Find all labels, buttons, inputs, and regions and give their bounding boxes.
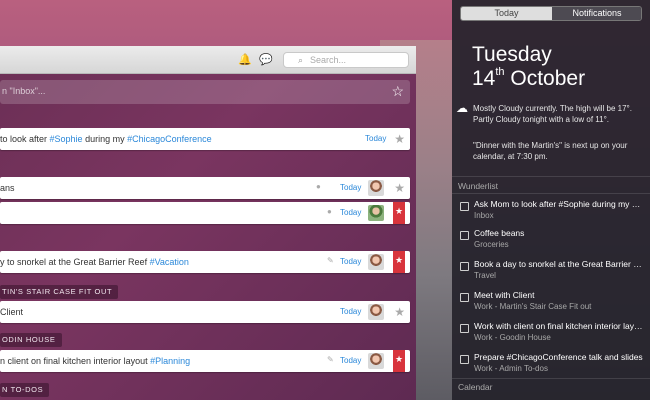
add-todo-placeholder: n "Inbox"... [2,86,46,96]
calendar-summary: "Dinner with the Martin's" is next up on… [473,141,628,161]
comment-icon: ● [316,182,321,191]
task-row[interactable]: to look after #Sophie during my #Chicago… [0,128,410,150]
due-date: Today [340,183,362,192]
weekday-heading: Tuesday [472,43,552,66]
wunderlist-window: 🔔 💬 ⌕ Search... n "Inbox"... ☆ to look a… [0,46,416,400]
star-icon[interactable]: ★ [394,181,405,195]
todo-title: Book a day to snorkel at the Great Barri… [474,259,644,269]
todo-title: Ask Mom to look after #Sophie during my … [474,199,644,209]
widget-todo-item[interactable]: Book a day to snorkel at the Great Barri… [452,256,650,286]
task-row[interactable]: y to snorkel at the Great Barrier Reef #… [0,251,410,273]
calendar-widget-header: Calendar [458,382,493,392]
widget-todo-item[interactable]: Prepare #ChicagoConference talk and slid… [452,349,650,379]
divider [452,378,650,379]
star-icon[interactable]: ★ [394,132,405,146]
weather-summary: Mostly Cloudy currently. The high will b… [473,104,632,124]
checkbox[interactable] [460,293,469,302]
todo-list-name: Work - Martin's Stair Case Fit out [474,302,592,311]
task-title: to look after #Sophie during my #Chicago… [0,134,212,144]
window-titlebar: 🔔 💬 ⌕ Search... [0,46,416,74]
section-header[interactable]: TIN'S STAIR CASE FIT OUT [0,285,119,299]
divider [452,176,650,177]
bell-icon[interactable]: 🔔 [238,53,252,67]
widget-todo-item[interactable]: Coffee beans Groceries [452,225,650,255]
tab-today[interactable]: Today [461,7,552,20]
avatar [368,180,384,196]
todo-list-name: Travel [474,271,496,280]
widget-todo-item[interactable]: Ask Mom to look after #Sophie during my … [452,196,650,226]
star-icon[interactable]: ☆ [391,83,404,100]
section-header[interactable]: ODIN HOUSE [0,333,62,347]
todo-list-name: Work - Goodin House [474,333,551,342]
cloud-icon: ☁ [456,101,468,115]
nc-segmented-control: Today Notifications [460,6,642,21]
todo-title: Meet with Client [474,290,535,300]
add-todo-input[interactable]: n "Inbox"... ☆ [0,80,410,104]
task-row[interactable]: n client on final kitchen interior layou… [0,350,410,372]
magnifier-icon: ⌕ [298,55,304,65]
wunderlist-widget-header: Wunderlist [458,181,498,191]
pin-icon: ✎ [327,256,334,265]
due-date: Today [365,134,387,143]
todo-title: Coffee beans [474,228,525,238]
task-title: ans [0,183,15,193]
checkbox[interactable] [460,355,469,364]
pin-icon: ✎ [327,355,334,364]
todo-list-name: Inbox [474,211,494,220]
search-input[interactable]: ⌕ Search... [283,52,409,68]
due-date: Today [340,257,362,266]
task-title: n client on final kitchen interior layou… [0,356,191,366]
star-icon[interactable]: ★ [394,305,405,319]
due-date: Today [340,307,362,316]
task-title: Client [0,307,24,317]
todo-title: Work with client on final kitchen interi… [474,321,644,331]
section-header[interactable]: N TO-DOS [0,383,50,397]
comment-icon: ● [327,207,332,216]
notification-center: Today Notifications Tuesday 14th October… [452,0,650,400]
todo-list-name: Groceries [474,240,509,249]
avatar [368,304,384,320]
widget-todo-item[interactable]: Work with client on final kitchen interi… [452,318,650,348]
starred-flag-icon[interactable]: ★ [393,202,405,224]
checkbox[interactable] [460,231,469,240]
avatar [368,353,384,369]
avatar [368,254,384,270]
checkbox[interactable] [460,324,469,333]
due-date: Today [340,208,362,217]
search-placeholder: Search... [310,55,347,65]
todo-list-name: Work - Admin To-dos [474,364,548,373]
task-row[interactable]: ans ● Today ★ [0,177,410,199]
checkbox[interactable] [460,262,469,271]
starred-flag-icon[interactable]: ★ [393,251,405,273]
checkbox[interactable] [460,202,469,211]
starred-flag-icon[interactable]: ★ [393,350,405,372]
task-row[interactable]: ● Today ★ [0,202,410,224]
date-heading: 14th October [472,66,586,90]
due-date: Today [340,356,362,365]
speech-bubble-icon[interactable]: 💬 [259,53,273,67]
task-row[interactable]: Client Today ★ [0,301,410,323]
todo-title: Prepare #ChicagoConference talk and slid… [474,352,643,362]
task-title: y to snorkel at the Great Barrier Reef #… [0,257,189,267]
divider [452,193,650,194]
widget-todo-item[interactable]: Meet with Client Work - Martin's Stair C… [452,287,650,317]
avatar [368,205,384,221]
tab-notifications[interactable]: Notifications [552,7,641,20]
